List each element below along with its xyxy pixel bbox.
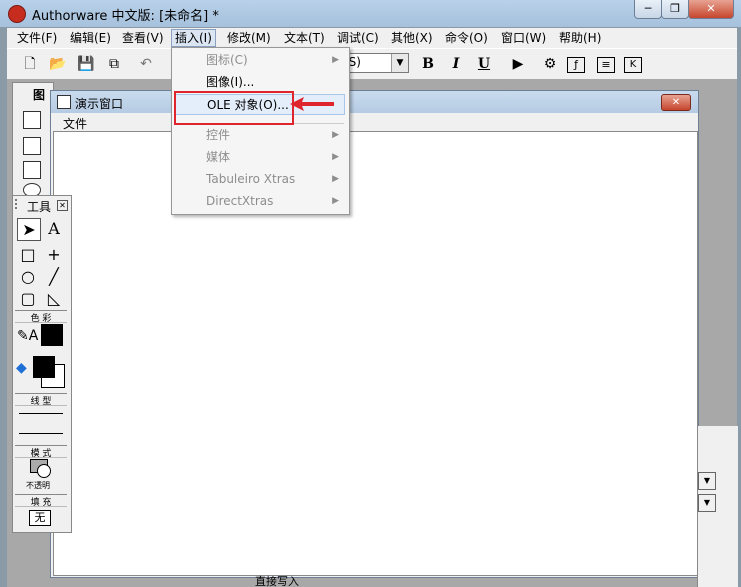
presentation-window-title: 演示窗口 [75, 97, 124, 111]
knowledge-objects-icon[interactable]: K [624, 57, 642, 73]
submenu-arrow-icon: ▶ [332, 174, 339, 184]
insert-dropdown-menu: 图标(C) ▶ 图像(I)... OLE 对象(O)... 控件 ▶ 媒体 ▶ Tab… [171, 47, 350, 215]
menu-file[interactable]: 文件(F) [14, 30, 60, 46]
undo-icon[interactable]: ↶ [135, 54, 157, 74]
mode-value: 不透明 [26, 481, 50, 490]
rounded-rect-tool-icon[interactable]: ▢ [17, 288, 39, 309]
pointer-tool-icon[interactable]: ➤ [17, 218, 41, 241]
motion-icon[interactable] [23, 137, 41, 155]
italic-button[interactable]: I [445, 54, 467, 74]
new-file-icon[interactable]: 🗋 [19, 54, 41, 74]
restore-button[interactable]: ❐ [661, 0, 689, 19]
submenu-arrow-icon: ▶ [332, 196, 339, 206]
menu-help[interactable]: 帮助(H) [556, 30, 604, 46]
menu-item-label: 图标(C) [206, 53, 248, 67]
menu-other[interactable]: 其他(X) [388, 30, 436, 46]
toolbar: 🗋 📂 💾 ⧉ ↶ (S) ▼ B I U ▶ ⚙ ƒ ≡ K [7, 48, 737, 79]
chevron-down-icon[interactable]: ▼ [698, 494, 716, 512]
menu-command[interactable]: 命令(O) [442, 30, 491, 46]
menu-item-label: Tabuleiro Xtras [206, 172, 296, 186]
line-cross-tool-icon[interactable]: + [43, 244, 65, 265]
menu-item-label: 媒体 [206, 150, 231, 164]
menu-item-image[interactable]: 图像(I)... [175, 72, 345, 93]
annotation-arrow-icon [290, 97, 334, 111]
highlight-box [174, 91, 294, 125]
text-tool-icon[interactable]: A [43, 218, 65, 239]
diagonal-line-tool-icon[interactable]: ╱ [43, 266, 65, 287]
polygon-tool-icon[interactable]: ◺ [43, 288, 65, 309]
tools-palette: 工具 ✕ ➤ A □ + ○ ╱ ▢ ◺ 色 彩 ✎A ◆ 线 型 模 式 不透… [12, 195, 72, 533]
control-panel-icon[interactable]: ⚙ [539, 54, 561, 74]
color-section-label: 色 彩 [15, 310, 67, 324]
menu-modify[interactable]: 修改(M) [224, 30, 274, 46]
open-file-icon[interactable]: 📂 [47, 54, 69, 74]
menu-insert[interactable]: 插入(I) [171, 29, 216, 47]
submenu-arrow-icon: ▶ [332, 130, 339, 140]
fill-section-label: 填 充 [15, 494, 67, 508]
presentation-window: 演示窗口 ✕ 文件 [50, 90, 699, 578]
ellipse-tool-icon[interactable]: ○ [17, 266, 39, 287]
mode-section-label: 模 式 [15, 445, 67, 459]
variables-icon[interactable]: ≡ [597, 57, 615, 73]
menu-item-icon[interactable]: 图标(C) ▶ [175, 50, 345, 71]
tools-title: 工具 [27, 200, 52, 214]
presentation-canvas[interactable] [53, 131, 698, 576]
icon-palette-title: 图 [33, 88, 46, 102]
tools-close-icon[interactable]: ✕ [57, 200, 68, 211]
functions-icon[interactable]: ƒ [567, 57, 585, 73]
chevron-down-icon[interactable]: ▼ [391, 54, 408, 72]
presentation-window-titlebar: 演示窗口 ✕ [51, 91, 698, 113]
menu-edit[interactable]: 编辑(E) [67, 30, 114, 46]
fill-bucket-icon[interactable]: ◆ [16, 360, 27, 376]
menu-item-media[interactable]: 媒体 ▶ [175, 147, 345, 168]
run-icon[interactable]: ▶ [507, 54, 529, 74]
icon-palette: 图 [12, 82, 54, 204]
properties-panel-fragment: ▼ ▼ [697, 426, 738, 587]
line-section-label: 线 型 [15, 393, 67, 407]
erase-icon[interactable] [23, 161, 41, 179]
menu-item-label: 控件 [206, 128, 231, 142]
menu-item-controls[interactable]: 控件 ▶ [175, 125, 345, 146]
app-icon [8, 5, 26, 23]
title-bar: Authorware 中文版: [未命名] * ─ ❐ ✕ [0, 0, 741, 27]
menu-item-label: DirectXtras [206, 194, 274, 208]
menu-text[interactable]: 文本(T) [281, 30, 328, 46]
menu-debug[interactable]: 调试(C) [334, 30, 382, 46]
save-all-icon[interactable]: 💾 [75, 54, 97, 74]
menu-bar: 文件(F) 编辑(E) 查看(V) 插入(I) 修改(M) 文本(T) 调试(C… [7, 28, 737, 48]
tools-grip-icon[interactable] [15, 199, 21, 209]
chevron-down-icon[interactable]: ▼ [698, 472, 716, 490]
submenu-arrow-icon: ▶ [332, 55, 339, 65]
rectangle-tool-icon[interactable]: □ [17, 244, 39, 265]
line-style-thin[interactable] [19, 413, 63, 414]
import-icon[interactable]: ⧉ [103, 54, 125, 74]
presentation-window-icon [57, 95, 71, 109]
presentation-menu-bar: 文件 [51, 113, 698, 131]
pencil-text-color-icon[interactable]: ✎A [17, 328, 38, 344]
minimize-button[interactable]: ─ [634, 0, 662, 19]
display-icon[interactable] [23, 111, 41, 129]
foreground-color-swatch[interactable] [33, 356, 55, 378]
window-title: Authorware 中文版: [未命名] * [32, 9, 219, 24]
menu-item-tabuleiro-xtras[interactable]: Tabuleiro Xtras ▶ [175, 169, 345, 190]
fill-value[interactable]: 无 [29, 510, 51, 526]
status-fragment: 直接写入 [255, 575, 299, 587]
menu-item-directxtras[interactable]: DirectXtras ▶ [175, 191, 345, 212]
presentation-menu-file[interactable]: 文件 [63, 115, 87, 132]
submenu-arrow-icon: ▶ [332, 152, 339, 162]
line-style-normal[interactable] [19, 433, 63, 434]
menu-window[interactable]: 窗口(W) [498, 30, 549, 46]
presentation-close-button[interactable]: ✕ [661, 94, 691, 111]
bold-button[interactable]: B [417, 54, 439, 74]
close-button[interactable]: ✕ [688, 0, 734, 19]
menu-view[interactable]: 查看(V) [119, 30, 167, 46]
underline-button[interactable]: U [473, 54, 495, 74]
line-color-swatch[interactable] [41, 324, 63, 346]
mode-circle-icon [37, 464, 51, 478]
menu-item-label: 图像(I)... [206, 75, 255, 89]
